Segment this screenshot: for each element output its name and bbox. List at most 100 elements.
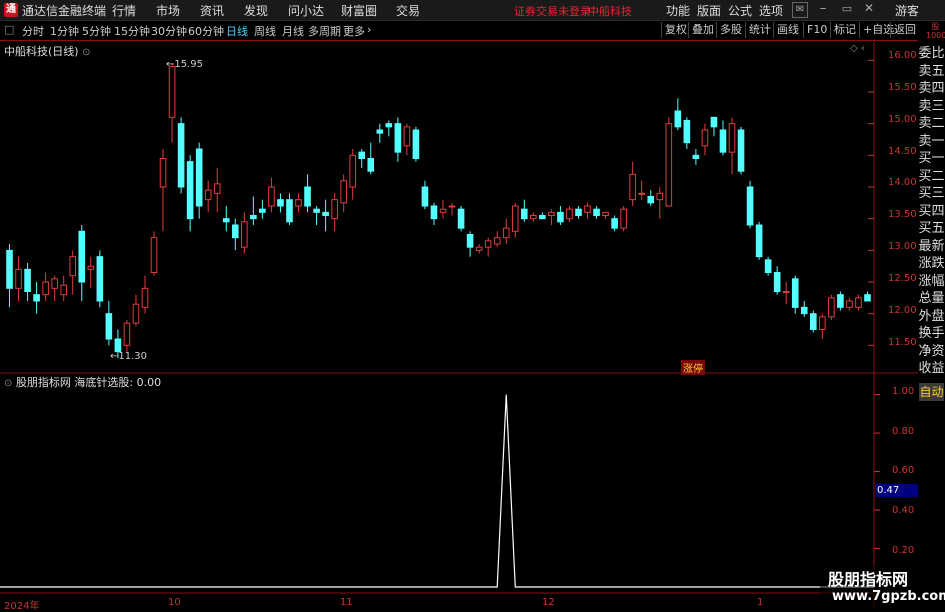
candle-body: [611, 218, 618, 229]
auto-button[interactable]: 自动: [919, 383, 944, 401]
candle-body: [457, 208, 465, 229]
menu-wenxiaoda[interactable]: 问小达: [288, 2, 324, 19]
candle-body: [349, 154, 357, 188]
period-more[interactable]: 更多: [343, 23, 365, 39]
title-dropdown-icon[interactable]: ⊙: [82, 47, 90, 58]
candle-body: [719, 129, 727, 153]
candle-body: [213, 183, 221, 194]
title-bar: 通 通达信金融终端 行情 市场 资讯 发现 问小达 财富圈 交易 证券交易未登录…: [0, 0, 945, 21]
candle-body: [42, 281, 49, 296]
candle-body: [584, 205, 591, 213]
price-tick: 11.50: [888, 337, 917, 348]
watermark-url: www.7gpzb.com: [832, 589, 945, 604]
period-multi[interactable]: 多周期: [308, 23, 341, 39]
period-30min[interactable]: 30分钟: [151, 23, 187, 39]
indicator-dropdown-icon[interactable]: ⊙: [4, 378, 12, 389]
period-weekly[interactable]: 周线: [254, 23, 276, 39]
menu-zixun[interactable]: 资讯: [200, 2, 224, 19]
candle-body: [575, 208, 582, 217]
period-1min[interactable]: 1分钟: [50, 23, 79, 39]
sidebar-item-18[interactable]: 收益: [918, 359, 945, 379]
candle-body: [755, 224, 763, 258]
menu-hangqing[interactable]: 行情: [112, 2, 136, 19]
candle-body: [484, 240, 492, 248]
btn-biaoji[interactable]: 标记: [830, 22, 859, 38]
restore-icon[interactable]: ▭: [840, 2, 854, 16]
candle-body: [557, 211, 564, 223]
candle-body: [168, 66, 176, 118]
minimize-icon[interactable]: –: [816, 2, 830, 16]
candle-body: [701, 129, 709, 147]
indicator-name: 海底针选股: [74, 376, 130, 389]
menu-caifuquan[interactable]: 财富圈: [341, 2, 377, 19]
message-icon[interactable]: ✉: [792, 2, 808, 18]
candle-body: [186, 161, 194, 220]
candle-body: [493, 237, 501, 245]
btn-huaxian[interactable]: 画线: [773, 22, 802, 38]
candle-body: [593, 208, 600, 217]
high-price-value: 15.95: [174, 59, 204, 70]
trade-login-status[interactable]: 证券交易未登录: [514, 3, 591, 19]
candle-body: [800, 306, 808, 315]
period-5min[interactable]: 5分钟: [82, 23, 111, 39]
close-icon[interactable]: ✕: [862, 2, 876, 16]
candle-body: [358, 151, 366, 159]
menu-banmian[interactable]: 版面: [697, 2, 721, 19]
more-chevron-icon[interactable]: ›: [367, 23, 371, 36]
menu-gongshi[interactable]: 公式: [728, 2, 752, 19]
btn-back[interactable]: 返回: [890, 22, 919, 38]
menu-xuanxiang[interactable]: 选项: [759, 2, 783, 19]
candle-body: [394, 123, 402, 153]
candle-body: [141, 287, 149, 308]
candle-body: [764, 259, 772, 273]
candle-body: [87, 265, 95, 270]
candle-body: [421, 186, 429, 207]
indicator-value: 0.00: [136, 376, 162, 389]
main-chart-title-text: 中船科技(日线): [4, 45, 79, 58]
sidebar-top-label: 股 1000: [926, 22, 945, 40]
period-monthly[interactable]: 月线: [282, 23, 304, 39]
expand-icon[interactable]: ◇ ‹: [850, 43, 865, 54]
candle-body: [69, 256, 77, 277]
menu-shichang[interactable]: 市场: [156, 2, 180, 19]
btn-fuquan[interactable]: 复权: [661, 22, 690, 38]
candle-body: [222, 218, 230, 223]
period-daily[interactable]: 日线: [226, 23, 248, 39]
candle-body: [475, 246, 483, 251]
btn-f10[interactable]: F10: [803, 22, 830, 38]
date-label: 2024年: [4, 601, 40, 612]
chart-area[interactable]: [0, 40, 918, 609]
price-tick: 14.00: [888, 177, 917, 188]
indicator-tick: 0.40: [892, 505, 915, 516]
low-price-label: ←11.30: [110, 351, 148, 362]
date-label: 11: [340, 597, 353, 608]
period-60min[interactable]: 60分钟: [188, 23, 224, 39]
btn-duogu[interactable]: 多股: [716, 22, 745, 38]
candle-body: [6, 249, 13, 289]
toolbar-collapse-icon[interactable]: □: [4, 23, 14, 36]
candle-body: [159, 158, 167, 188]
candle-body: [60, 284, 68, 296]
candle-body: [33, 294, 40, 302]
period-15min[interactable]: 15分钟: [114, 23, 150, 39]
menu-faxian[interactable]: 发现: [244, 2, 268, 19]
candle-body: [656, 192, 664, 201]
menu-gongneng[interactable]: 功能: [666, 2, 690, 19]
candle-body: [385, 123, 393, 128]
date-label: 12: [542, 597, 555, 608]
btn-diejia[interactable]: 叠加: [688, 22, 717, 38]
period-fenshi[interactable]: 分时: [22, 23, 44, 39]
price-tick: 13.00: [888, 241, 917, 252]
candle-body: [340, 180, 347, 204]
date-label: 1: [757, 597, 764, 608]
btn-tongji[interactable]: 统计: [745, 22, 774, 38]
candle-body: [295, 199, 302, 207]
app-title: 通达信金融终端: [22, 4, 107, 18]
candle-body: [313, 208, 320, 213]
candle-body: [78, 230, 86, 283]
price-tick: 13.50: [888, 209, 917, 220]
price-tick: 14.50: [888, 146, 917, 157]
guest-label[interactable]: 游客: [895, 2, 919, 19]
candle-body: [286, 199, 293, 223]
menu-jiaoyi[interactable]: 交易: [396, 2, 420, 19]
